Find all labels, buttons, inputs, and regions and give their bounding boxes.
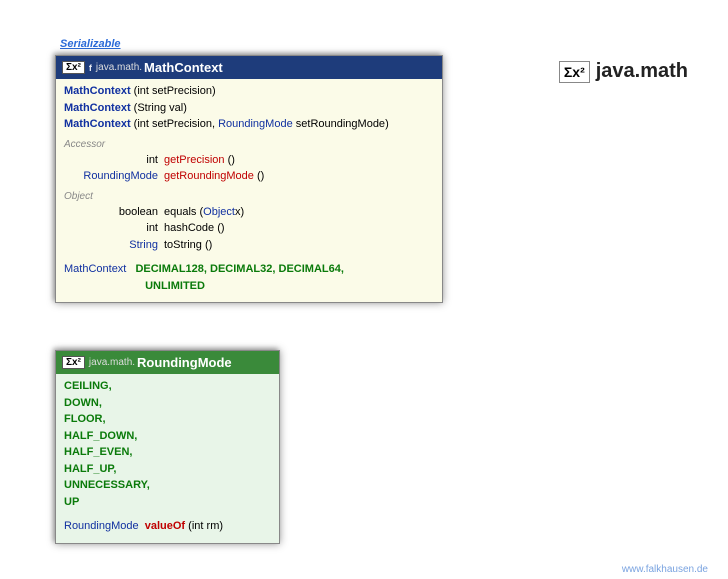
method-row: String toString () (64, 237, 434, 254)
constant: DECIMAL64 (279, 263, 341, 275)
serializable-link[interactable]: Serializable (60, 38, 121, 50)
param: String val (137, 100, 183, 117)
return-type-link[interactable]: RoundingMode (64, 168, 164, 185)
constructor-row: MathContext ( int setPrecision ) (64, 83, 434, 100)
constant: DECIMAL32 (210, 263, 272, 275)
method-name: getPrecision (164, 152, 225, 169)
param: int setPrecision (137, 83, 212, 100)
params: () (202, 237, 212, 254)
paren: ) (212, 83, 216, 100)
param: int setPrecision (137, 116, 212, 133)
paren: ( (131, 83, 138, 100)
method-name: equals (164, 204, 196, 221)
class-name: MathContext (144, 60, 223, 75)
ctor-name: MathContext (64, 116, 131, 133)
section-object: Object (64, 189, 434, 204)
constructor-row: MathContext ( String val ) (64, 100, 434, 117)
enum-value: HALF_UP, (64, 461, 271, 478)
return-type: int (64, 220, 164, 237)
param: int rm (192, 518, 220, 535)
param: setRoundingMode (293, 116, 385, 133)
enum-value: DOWN, (64, 395, 271, 412)
class-box-mathcontext: Σx² f java.math. MathContext MathContext… (55, 55, 443, 303)
final-badge: f (89, 63, 92, 73)
paren: ( (196, 204, 203, 221)
return-type: int (64, 152, 164, 169)
paren: ) (183, 100, 187, 117)
footer-link[interactable]: www.falkhausen.de (622, 564, 708, 575)
class-pkg: java.math. (89, 357, 135, 368)
enum-value: HALF_EVEN, (64, 444, 271, 461)
paren: ) (385, 116, 389, 133)
enum-value: UP (64, 494, 271, 511)
params: () (254, 168, 264, 185)
enum-value: UNNECESSARY, (64, 477, 271, 494)
params: () (225, 152, 235, 169)
type-link[interactable]: Object (203, 204, 235, 221)
class-header-mathcontext: Σx² f java.math. MathContext (56, 56, 442, 79)
const-type: MathContext (64, 263, 126, 275)
sep: , (341, 263, 344, 275)
constants-row: MathContext DECIMAL128, DECIMAL32, DECIM… (64, 261, 434, 294)
class-name: RoundingMode (137, 355, 232, 370)
paren: ( (131, 116, 138, 133)
enum-value: HALF_DOWN, (64, 428, 271, 445)
class-pkg: java.math. (96, 62, 142, 73)
constant: UNLIMITED (145, 280, 205, 292)
params: () (214, 220, 224, 237)
section-accessor: Accessor (64, 137, 434, 152)
method-row: int getPrecision () (64, 152, 434, 169)
package-name: java.math (596, 60, 688, 83)
method-name: toString (164, 237, 202, 254)
enum-value: FLOOR, (64, 411, 271, 428)
class-body-roundingmode: CEILING, DOWN, FLOOR, HALF_DOWN, HALF_EV… (56, 374, 279, 543)
method-name: hashCode (164, 220, 214, 237)
sigma-icon: Σx² (62, 356, 85, 369)
enum-values: CEILING, DOWN, FLOOR, HALF_DOWN, HALF_EV… (64, 378, 271, 510)
method-row: boolean equals ( Object x ) (64, 204, 434, 221)
sigma-icon: Σx² (559, 61, 590, 83)
paren: ) (240, 204, 244, 221)
constant: DECIMAL128 (135, 263, 203, 275)
enum-value: CEILING, (64, 378, 271, 395)
return-type-link[interactable]: RoundingMode (64, 518, 139, 535)
constructor-row: MathContext ( int setPrecision , Roundin… (64, 116, 434, 133)
paren: ( (131, 100, 138, 117)
paren: ( (185, 518, 192, 535)
method-row: RoundingMode valueOf ( int rm ) (64, 518, 271, 535)
paren: ) (219, 518, 223, 535)
ctor-name: MathContext (64, 100, 131, 117)
method-row: RoundingMode getRoundingMode () (64, 168, 434, 185)
return-type: boolean (64, 204, 164, 221)
class-box-roundingmode: Σx² java.math. RoundingMode CEILING, DOW… (55, 350, 280, 544)
package-title-block: Σx² java.math (559, 60, 688, 83)
class-body-mathcontext: MathContext ( int setPrecision ) MathCon… (56, 79, 442, 302)
method-name: getRoundingMode (164, 168, 254, 185)
class-header-roundingmode: Σx² java.math. RoundingMode (56, 351, 279, 374)
type-link[interactable]: RoundingMode (218, 116, 293, 133)
method-name: valueOf (145, 518, 185, 535)
ctor-name: MathContext (64, 83, 131, 100)
return-type-link[interactable]: String (64, 237, 164, 254)
sigma-icon: Σx² (62, 61, 85, 74)
method-row: int hashCode () (64, 220, 434, 237)
